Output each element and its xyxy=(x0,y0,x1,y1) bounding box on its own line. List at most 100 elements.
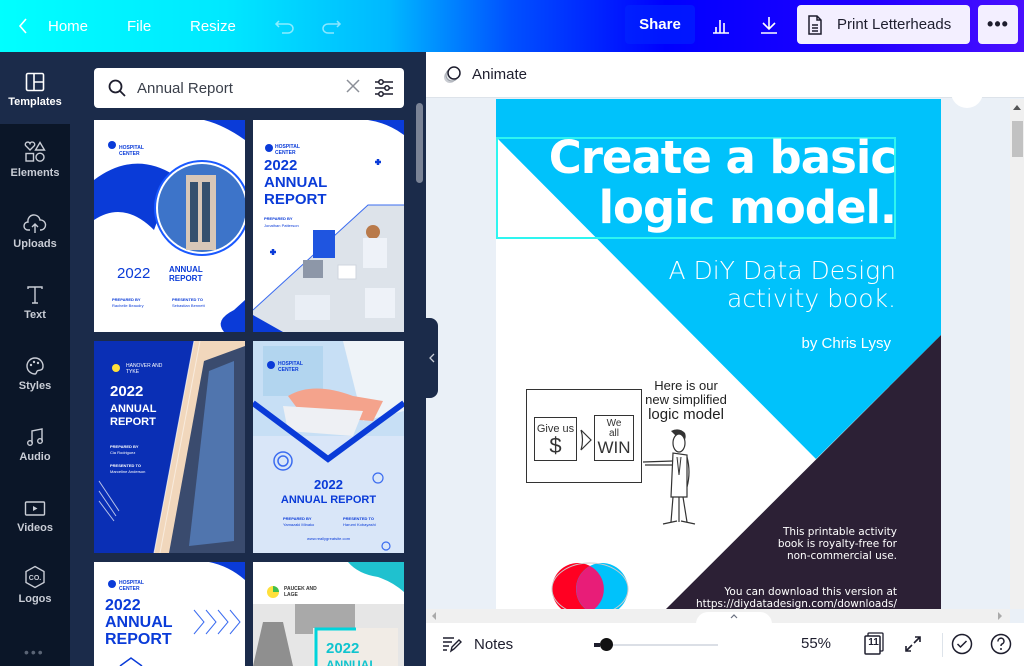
page-tools-tab[interactable] xyxy=(951,92,983,108)
page-grid-button[interactable]: 11 xyxy=(863,632,885,660)
file-menu[interactable]: File xyxy=(127,0,151,52)
template-card[interactable]: HOSPITAL CENTER 2022 ANNUAL REPORT PREPA… xyxy=(94,120,245,332)
cartoon-speech-text[interactable]: Here is our new simplified logic model xyxy=(641,379,731,423)
venn-logo[interactable] xyxy=(546,559,636,609)
print-letterheads-button[interactable]: Print Letterheads xyxy=(797,5,970,44)
template-org: PAUCEK AND LAGE xyxy=(284,586,317,598)
animate-button[interactable]: Animate xyxy=(442,65,527,85)
template-preview xyxy=(253,341,404,553)
more-icon: ••• xyxy=(987,14,1009,34)
scroll-left-arrow[interactable] xyxy=(432,612,436,620)
sidebar-item-audio[interactable]: Audio xyxy=(0,421,70,481)
left-sidebar: Templates Elements Uploads Text Styles A… xyxy=(0,52,70,666)
editor-workspace: Animate Create a basic logic model. A Di… xyxy=(426,52,1024,666)
download-button[interactable] xyxy=(753,8,785,42)
scroll-up-arrow[interactable] xyxy=(1013,105,1021,110)
page-title[interactable]: Create a basic logic model. xyxy=(549,133,897,234)
template-year: 2022 xyxy=(117,265,151,282)
zoom-percentage[interactable]: 55% xyxy=(801,635,831,652)
template-presented-to: PRESENTED TO xyxy=(343,516,375,521)
sidebar-item-label: Elements xyxy=(10,167,60,179)
template-presentee: Sebastian Bennett xyxy=(172,303,205,308)
template-card[interactable]: HOSPITAL CENTER 2022 ANNUAL REPORT xyxy=(94,562,245,666)
share-button[interactable]: Share xyxy=(625,5,695,44)
download-icon xyxy=(761,17,777,34)
template-card[interactable]: PAUCEK AND LAGE 2022 ANNUAL xyxy=(253,562,404,666)
page-subtitle[interactable]: A DiY Data Design activity book. xyxy=(668,257,896,313)
template-card[interactable]: HANOVER AND TYKE 2022 ANNUAL REPORT PREP… xyxy=(94,341,245,553)
template-title: ANNUAL REPORT xyxy=(280,494,377,506)
cartoon-whiteboard[interactable]: Give us $ We all WIN xyxy=(526,389,642,483)
zoom-slider[interactable] xyxy=(594,638,718,651)
more-options-button[interactable]: ••• xyxy=(978,5,1018,44)
undo-button[interactable] xyxy=(274,0,296,52)
fullscreen-button[interactable] xyxy=(904,635,922,657)
text-icon xyxy=(27,286,43,304)
template-title-line1: ANNUAL xyxy=(326,658,377,666)
home-menu[interactable]: Home xyxy=(48,0,88,52)
template-search xyxy=(94,68,404,108)
download-text[interactable]: You can download this version at https:/… xyxy=(696,586,897,609)
canvas-vertical-scrollbar[interactable] xyxy=(1010,99,1024,609)
template-title-line1: ANNUAL xyxy=(105,614,173,631)
template-title-line1: ANNUAL xyxy=(110,403,157,415)
collapse-panel-button[interactable] xyxy=(426,318,438,398)
templates-scrollbar[interactable] xyxy=(416,103,423,183)
insights-icon xyxy=(713,20,729,34)
sidebar-item-logos[interactable]: CO. Logos xyxy=(0,563,70,623)
template-year: 2022 xyxy=(264,157,298,174)
sidebar-item-styles[interactable]: Styles xyxy=(0,350,70,410)
palette-icon xyxy=(26,357,44,375)
undo-icon xyxy=(274,20,294,34)
resize-menu[interactable]: Resize xyxy=(190,0,236,52)
cartoon-man-illustration[interactable] xyxy=(641,427,696,527)
license-text[interactable]: This printable activity book is royalty-… xyxy=(778,526,897,562)
template-year: 2022 xyxy=(314,477,343,492)
template-card[interactable]: HOSPITAL CENTER 2022 ANNUAL REPORT PREPA… xyxy=(253,120,404,332)
template-prepared-by: PREPARED BY xyxy=(283,516,312,521)
page-author[interactable]: by Chris Lysy xyxy=(802,335,891,352)
animate-toolbar: Animate xyxy=(426,52,1024,98)
back-button[interactable] xyxy=(18,0,28,52)
scroll-thumb[interactable] xyxy=(1012,121,1023,157)
template-title-line2: REPORT xyxy=(105,631,172,648)
notes-button[interactable]: Notes xyxy=(442,635,513,653)
template-website: www.reallygreatsite.com xyxy=(306,536,351,541)
search-input[interactable] xyxy=(137,79,337,97)
template-title-line2: REPORT xyxy=(110,416,156,428)
video-icon xyxy=(24,501,46,516)
sidebar-item-label: Audio xyxy=(19,451,51,463)
filter-button[interactable] xyxy=(374,78,394,103)
help-button[interactable] xyxy=(990,633,1012,659)
sidebar-item-elements[interactable]: Elements xyxy=(0,137,70,197)
sidebar-item-videos[interactable]: Videos xyxy=(0,492,70,552)
template-org: HANOVER AND TYKE xyxy=(126,363,163,375)
template-title: ANNUAL REPORT xyxy=(169,265,203,283)
more-apps-button[interactable]: ••• xyxy=(24,644,45,660)
music-note-icon xyxy=(27,428,43,446)
document-icon xyxy=(808,14,822,35)
design-page[interactable]: Create a basic logic model. A DiY Data D… xyxy=(496,99,941,609)
page-title-line2: logic model. xyxy=(598,181,897,234)
sidebar-item-uploads[interactable]: Uploads xyxy=(0,208,70,268)
templates-icon xyxy=(25,72,45,92)
sidebar-item-text[interactable]: Text xyxy=(0,279,70,339)
page-count: 11 xyxy=(868,637,879,648)
elements-icon xyxy=(24,141,46,162)
sidebar-item-templates[interactable]: Templates xyxy=(0,66,70,126)
sidebar-item-label: Text xyxy=(24,309,46,321)
zoom-slider-handle[interactable] xyxy=(600,638,613,651)
insights-button[interactable] xyxy=(705,8,737,42)
page-subtitle-line1: A DiY Data Design xyxy=(668,256,896,285)
check-button[interactable] xyxy=(951,633,973,659)
animate-label: Animate xyxy=(472,66,528,83)
template-presentee: Marceline Anderson xyxy=(110,469,146,474)
redo-button[interactable] xyxy=(320,0,342,52)
scroll-right-arrow[interactable] xyxy=(998,612,1002,620)
clear-search-button[interactable] xyxy=(345,78,361,98)
template-card[interactable]: HOSPITAL CENTER 2022 ANNUAL REPORT PREPA… xyxy=(253,341,404,553)
sidebar-item-label: Templates xyxy=(8,96,62,108)
chevron-up-icon xyxy=(730,614,738,619)
top-toolbar: Home File Resize Share Print Letterheads… xyxy=(0,0,1024,52)
arrow-right-icon xyxy=(580,429,592,451)
